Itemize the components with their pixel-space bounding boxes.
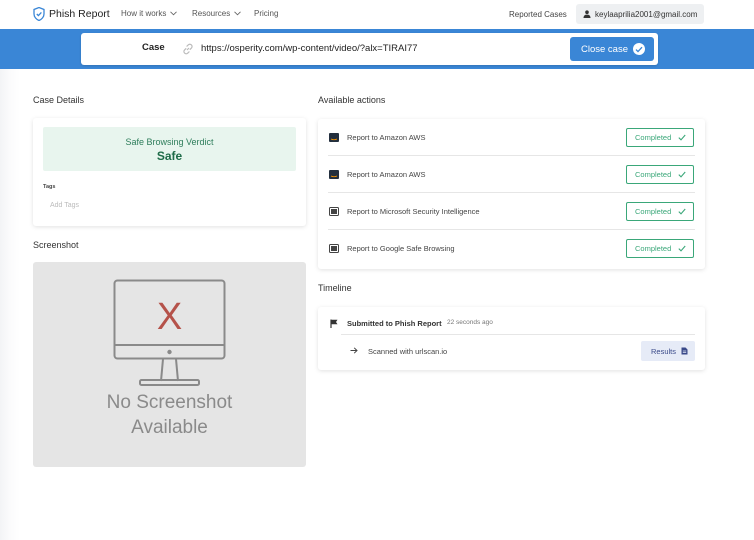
timeline-card: Submitted to Phish Report 22 seconds ago… — [318, 307, 705, 370]
no-screenshot-line1: No Screenshot — [106, 392, 233, 413]
check-icon — [678, 171, 686, 178]
status-label: Completed — [635, 206, 672, 216]
action-row: Report to Amazon AWS Completed — [328, 119, 695, 156]
chevron-down-icon — [234, 11, 242, 16]
check-icon — [678, 245, 686, 252]
timeline-sub-event: Scanned with urlscan.io — [368, 347, 448, 356]
results-button[interactable]: Results — [641, 341, 695, 361]
action-label: Report to Amazon AWS — [347, 132, 426, 142]
safe-browsing-verdict: Safe Browsing Verdict Safe — [43, 127, 296, 171]
status-label: Completed — [635, 132, 672, 142]
aws-icon — [329, 132, 339, 142]
check-circle-icon — [633, 43, 645, 55]
timeline-title: Timeline — [318, 283, 352, 293]
action-label: Report to Microsoft Security Intelligenc… — [347, 206, 480, 216]
user-email: keylaaprilia2001@gmail.com — [595, 9, 698, 19]
document-icon — [681, 347, 688, 355]
user-menu[interactable]: keylaaprilia2001@gmail.com — [576, 4, 704, 24]
no-screenshot-line2: Available — [131, 417, 208, 438]
completed-button[interactable]: Completed — [626, 239, 694, 258]
link-icon — [183, 43, 193, 55]
user-icon — [583, 10, 591, 18]
verdict-value: Safe — [156, 149, 183, 163]
nav-how-it-works[interactable]: How it works — [121, 9, 178, 18]
case-details-title: Case Details — [33, 95, 85, 105]
reported-cases-link[interactable]: Reported Cases — [509, 10, 567, 19]
timeline-divider — [341, 334, 695, 335]
tags-label: Tags — [43, 184, 56, 190]
case-label: Case — [142, 42, 165, 53]
action-label: Report to Google Safe Browsing — [347, 244, 455, 253]
status-label: Completed — [635, 244, 672, 253]
nav-how-it-works-label: How it works — [121, 9, 167, 18]
top-navbar: Phish Report How it works Resources Pric… — [0, 0, 754, 29]
timeline-event-time: 22 seconds ago — [447, 319, 493, 326]
tags-input[interactable]: Add Tags — [50, 202, 79, 209]
arrow-right-icon — [350, 347, 358, 354]
actions-card: Report to Amazon AWS Completed Report to… — [318, 119, 705, 269]
completed-button[interactable]: Completed — [626, 127, 694, 147]
case-url: https://osperity.com/wp-content/video/?a… — [201, 43, 418, 54]
action-row: Report to Microsoft Security Intelligenc… — [328, 193, 695, 230]
flag-icon — [330, 319, 338, 328]
timeline-event-title: Submitted to Phish Report — [347, 319, 442, 328]
action-label: Report to Amazon AWS — [347, 169, 426, 179]
verdict-title: Safe Browsing Verdict — [125, 137, 214, 147]
brand[interactable]: Phish Report — [33, 7, 110, 21]
action-row: Report to Google Safe Browsing Completed — [328, 230, 695, 267]
action-row: Report to Amazon AWS Completed — [328, 156, 695, 193]
screenshot-title: Screenshot — [33, 240, 79, 250]
completed-button[interactable]: Completed — [626, 201, 694, 221]
chevron-down-icon — [170, 11, 178, 16]
check-icon — [678, 208, 686, 215]
case-bar: Case https://osperity.com/wp-content/vid… — [81, 33, 658, 65]
completed-button[interactable]: Completed — [626, 164, 694, 184]
close-case-label: Close case — [581, 43, 628, 55]
aws-icon — [329, 169, 339, 179]
check-icon — [678, 134, 686, 141]
nav-pricing[interactable]: Pricing — [254, 9, 278, 18]
microsoft-icon — [329, 206, 339, 216]
case-details-card: Safe Browsing Verdict Safe Tags Add Tags — [33, 118, 306, 226]
shield-logo-icon — [33, 7, 45, 21]
results-label: Results — [651, 346, 677, 356]
nav-pricing-label: Pricing — [254, 9, 279, 18]
screenshot-placeholder: X No Screenshot Available — [33, 262, 306, 467]
nav-resources-label: Resources — [192, 9, 231, 18]
nav-resources[interactable]: Resources — [192, 9, 242, 18]
available-actions-title: Available actions — [318, 95, 386, 105]
close-case-button[interactable]: Close case — [570, 37, 654, 61]
brand-name: Phish Report — [49, 8, 110, 20]
monitor-icon: X — [113, 279, 226, 386]
google-icon — [329, 244, 339, 253]
x-mark: X — [157, 296, 182, 338]
status-label: Completed — [635, 169, 672, 179]
